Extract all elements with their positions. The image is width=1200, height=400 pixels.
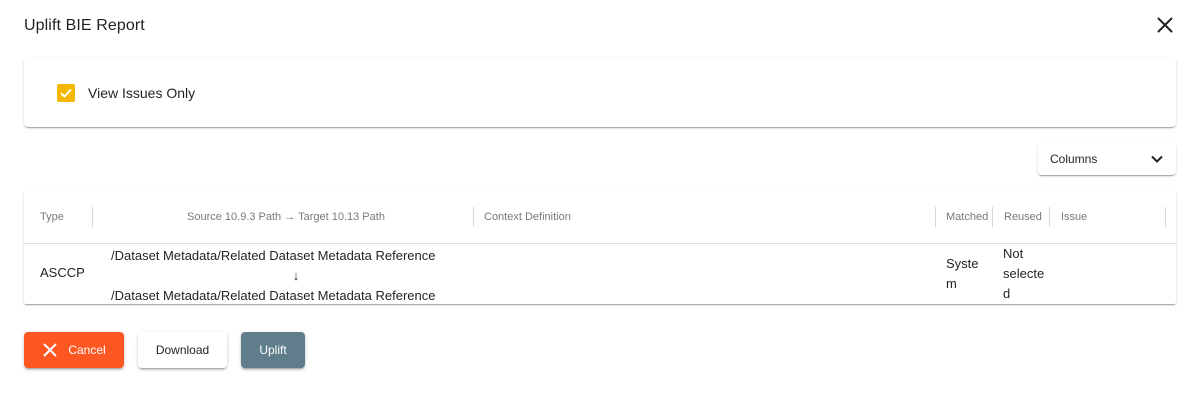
table-row[interactable]: ASCCP /Dataset Metadata/Related Dataset … — [24, 244, 1176, 304]
column-resize-handle[interactable] — [92, 207, 93, 227]
cell-matched: System — [946, 256, 979, 291]
columns-dropdown-button[interactable]: Columns — [1038, 143, 1176, 175]
column-header-reused[interactable]: Reused — [1004, 191, 1042, 243]
down-arrow-icon: ↓ — [292, 268, 300, 283]
close-icon — [1157, 17, 1173, 33]
cell-reused: Not selected — [1003, 244, 1045, 304]
reused-text: Not selected — [1003, 246, 1045, 301]
view-issues-only-label: View Issues Only — [88, 85, 196, 101]
uplift-report-dialog: Uplift BIE Report View Issues Only Colum… — [0, 0, 1200, 400]
check-icon — [60, 88, 72, 98]
download-button[interactable]: Download — [138, 332, 227, 368]
column-resize-handle[interactable] — [1049, 207, 1050, 227]
column-header-type[interactable]: Type — [40, 191, 64, 243]
dialog-title: Uplift BIE Report — [24, 17, 145, 34]
close-button[interactable] — [1154, 14, 1176, 36]
cell-type: ASCCP — [40, 265, 85, 280]
uplift-button[interactable]: Uplift — [241, 332, 305, 368]
column-header-matched[interactable]: Matched — [946, 191, 988, 243]
column-resize-handle[interactable] — [1165, 207, 1166, 227]
table-header: Type Source 10.9.3 Path → Target 10.13 P… — [24, 191, 1176, 244]
column-resize-handle[interactable] — [935, 207, 936, 227]
close-icon — [43, 343, 58, 357]
source-path: /Dataset Metadata/Related Dataset Metada… — [111, 248, 436, 263]
target-path: /Dataset Metadata/Related Dataset Metada… — [111, 288, 436, 303]
cell-path: /Dataset Metadata/Related Dataset Metada… — [111, 246, 481, 306]
chevron-down-icon — [1151, 155, 1163, 163]
uplift-label: Uplift — [259, 343, 287, 357]
column-header-context-definition[interactable]: Context Definition — [484, 191, 571, 243]
column-header-path[interactable]: Source 10.9.3 Path → Target 10.13 Path — [187, 191, 385, 243]
columns-label: Columns — [1050, 152, 1098, 166]
view-issues-only-checkbox[interactable]: View Issues Only — [57, 84, 195, 102]
checkbox-box[interactable] — [57, 84, 75, 102]
column-resize-handle[interactable] — [473, 207, 474, 227]
report-table: Type Source 10.9.3 Path → Target 10.13 P… — [24, 191, 1176, 304]
cancel-button[interactable]: Cancel — [24, 332, 124, 368]
filter-card: View Issues Only — [24, 58, 1176, 127]
cancel-label: Cancel — [68, 343, 106, 357]
column-resize-handle[interactable] — [992, 207, 993, 227]
column-header-issue[interactable]: Issue — [1061, 191, 1087, 243]
download-label: Download — [155, 343, 210, 357]
dialog-actions: Cancel Download Uplift — [24, 332, 305, 368]
